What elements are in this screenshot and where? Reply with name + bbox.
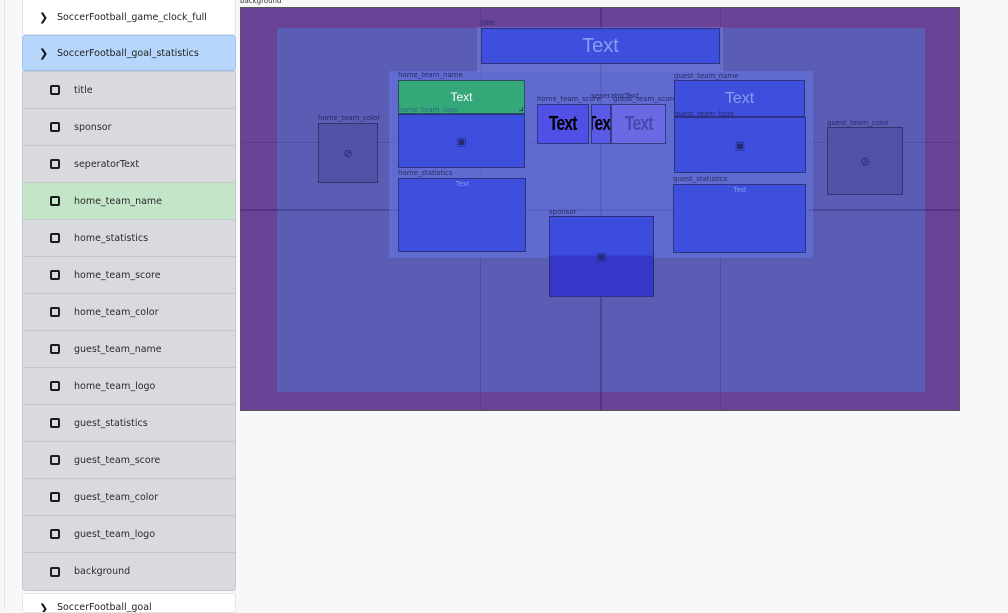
guest-team-color-element[interactable]: ⊘ xyxy=(827,127,903,195)
home-team-score-text: Text xyxy=(549,112,578,135)
square-outline-icon xyxy=(50,307,60,317)
layer-label: guest_team_logo xyxy=(74,528,156,540)
no-entry-icon: ⊘ xyxy=(343,146,353,160)
chevron-right-icon: ❯ xyxy=(39,10,49,24)
square-outline-icon xyxy=(50,492,60,502)
layer-list: title sponsor seperatorText home_team_na… xyxy=(22,71,236,591)
square-outline-icon xyxy=(50,418,60,428)
layer-label: home_team_score xyxy=(74,269,161,281)
layer-item-home-team-logo[interactable]: home_team_logo xyxy=(23,368,235,405)
home-team-logo-element[interactable]: ▣ xyxy=(398,114,525,168)
layer-label: sponsor xyxy=(74,121,112,133)
image-icon: ▣ xyxy=(456,134,467,148)
layer-item-seperator-text[interactable]: seperatorText xyxy=(23,146,235,183)
layer-label: guest_statistics xyxy=(74,417,148,429)
title-label: title xyxy=(481,19,495,27)
layer-item-home-team-score[interactable]: home_team_score xyxy=(23,257,235,294)
layer-item-home-team-color[interactable]: home_team_color xyxy=(23,294,235,331)
home-team-logo-label: home_team_logo xyxy=(398,106,458,114)
guest-team-score-element[interactable]: Text xyxy=(611,104,666,144)
template-group-label: SoccerFootball_goal_statistics xyxy=(57,47,199,59)
template-group-label: SoccerFootball_game_clock_full xyxy=(57,11,207,23)
image-icon: ▣ xyxy=(596,250,607,263)
layer-label: home_team_color xyxy=(74,306,159,318)
layer-item-home-statistics[interactable]: home_statistics xyxy=(23,220,235,257)
layer-label: home_team_logo xyxy=(74,380,156,392)
template-group-goal-statistics[interactable]: ❯ SoccerFootball_goal_statistics xyxy=(22,35,236,71)
guest-statistics-label: guest_statistics xyxy=(673,175,728,183)
square-outline-icon xyxy=(50,270,60,280)
background-layer-label: background xyxy=(240,0,282,5)
square-outline-icon xyxy=(50,566,60,577)
square-outline-icon xyxy=(50,455,60,465)
home-statistics-label: home_statistics xyxy=(398,169,453,177)
sponsor-label: sponsor xyxy=(549,208,577,216)
square-outline-icon xyxy=(50,344,60,354)
layer-item-guest-statistics[interactable]: guest_statistics xyxy=(23,405,235,442)
no-entry-icon: ⊘ xyxy=(860,154,870,168)
guest-team-name-label: guest_team_name xyxy=(674,72,739,80)
square-outline-icon xyxy=(50,159,60,169)
layer-label: home_team_name xyxy=(74,195,163,207)
resize-handle[interactable] xyxy=(519,107,523,111)
layer-item-guest-team-color[interactable]: guest_team_color xyxy=(23,479,235,516)
home-team-score-element[interactable]: Text xyxy=(537,104,589,144)
image-icon: ▣ xyxy=(734,138,746,152)
square-outline-icon xyxy=(50,196,60,206)
guest-team-logo-element[interactable]: ▣ xyxy=(674,117,806,173)
layer-label: guest_team_score xyxy=(74,454,161,466)
layer-item-guest-team-logo[interactable]: guest_team_logo xyxy=(23,516,235,553)
chevron-right-icon: ❯ xyxy=(39,46,49,60)
layer-item-guest-team-name[interactable]: guest_team_name xyxy=(23,331,235,368)
square-outline-icon xyxy=(50,122,60,132)
layer-tree-panel: ❯ SoccerFootball_game_clock_full ❯ Socce… xyxy=(4,0,236,613)
guest-statistics-element[interactable]: Text xyxy=(673,184,806,253)
square-outline-icon xyxy=(50,381,60,391)
seperator-text: Text xyxy=(592,112,611,135)
square-outline-icon xyxy=(50,85,60,95)
layer-label: home_statistics xyxy=(74,232,149,244)
layer-label: guest_team_color xyxy=(74,491,159,503)
sponsor-element[interactable]: ▣ xyxy=(549,216,654,297)
square-outline-icon xyxy=(50,529,60,539)
layer-label: seperatorText xyxy=(74,158,140,170)
layer-item-sponsor[interactable]: sponsor xyxy=(23,109,235,146)
guest-team-score-text: Text xyxy=(624,112,654,135)
guest-team-color-label: guest_team_color xyxy=(827,119,889,127)
title-element[interactable]: Text xyxy=(481,28,720,64)
template-group-game-clock-full[interactable]: ❯ SoccerFootball_game_clock_full xyxy=(22,0,236,35)
layer-item-background[interactable]: background xyxy=(23,553,235,590)
layer-item-home-team-name[interactable]: home_team_name xyxy=(23,183,235,220)
layer-item-title[interactable]: title xyxy=(23,72,235,109)
seperator-text-element[interactable]: Text xyxy=(591,104,611,144)
layer-label: guest_team_name xyxy=(74,343,162,355)
layer-label: background xyxy=(74,566,131,577)
template-group-goal[interactable]: ❯ SoccerFootball_goal xyxy=(22,593,236,613)
layer-tree: ❯ SoccerFootball_game_clock_full ❯ Socce… xyxy=(22,0,236,613)
chevron-right-icon: ❯ xyxy=(39,602,49,613)
square-outline-icon xyxy=(50,233,60,243)
preview-canvas[interactable]: title Text home_team_color ⊘ home_team_n… xyxy=(240,7,960,411)
home-statistics-element[interactable]: Text xyxy=(398,178,526,252)
layer-label: title xyxy=(74,84,93,96)
guest-team-score-label: guest_team_score xyxy=(613,95,677,103)
template-group-label: SoccerFootball_goal xyxy=(57,602,152,613)
layer-item-guest-team-score[interactable]: guest_team_score xyxy=(23,442,235,479)
home-team-color-element[interactable]: ⊘ xyxy=(318,123,378,183)
home-team-name-label: home_team_name xyxy=(398,71,463,79)
home-team-color-label: home_team_color xyxy=(318,114,381,122)
